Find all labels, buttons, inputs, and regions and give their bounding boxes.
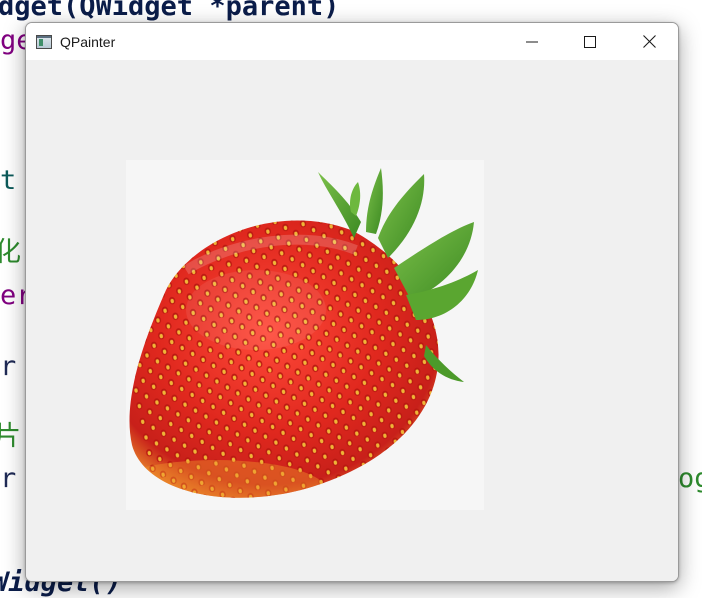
maximize-button[interactable] <box>561 23 619 60</box>
minimize-button[interactable] <box>503 23 561 60</box>
qt-window-icon[interactable] <box>36 34 52 49</box>
close-icon <box>642 35 656 48</box>
maximize-icon <box>584 35 596 48</box>
close-button[interactable] <box>620 23 678 60</box>
code-line-1: dget(QWidget *parent) <box>0 0 340 22</box>
window-title: QPainter <box>60 33 116 50</box>
strawberry-image <box>126 160 484 510</box>
minimize-icon <box>526 41 538 42</box>
code-line-8: r <box>0 463 17 494</box>
title-bar[interactable]: QPainter <box>26 23 678 60</box>
strawberry-icon <box>129 168 478 498</box>
code-line-8-tail: og <box>678 463 702 494</box>
painter-canvas <box>26 60 678 581</box>
qpainter-window[interactable]: QPainter <box>25 22 679 582</box>
code-line-4: 化 <box>0 237 21 268</box>
code-line-3: t <box>0 165 17 196</box>
code-line-7: 片 <box>0 421 21 452</box>
code-line-6: r <box>0 351 17 382</box>
